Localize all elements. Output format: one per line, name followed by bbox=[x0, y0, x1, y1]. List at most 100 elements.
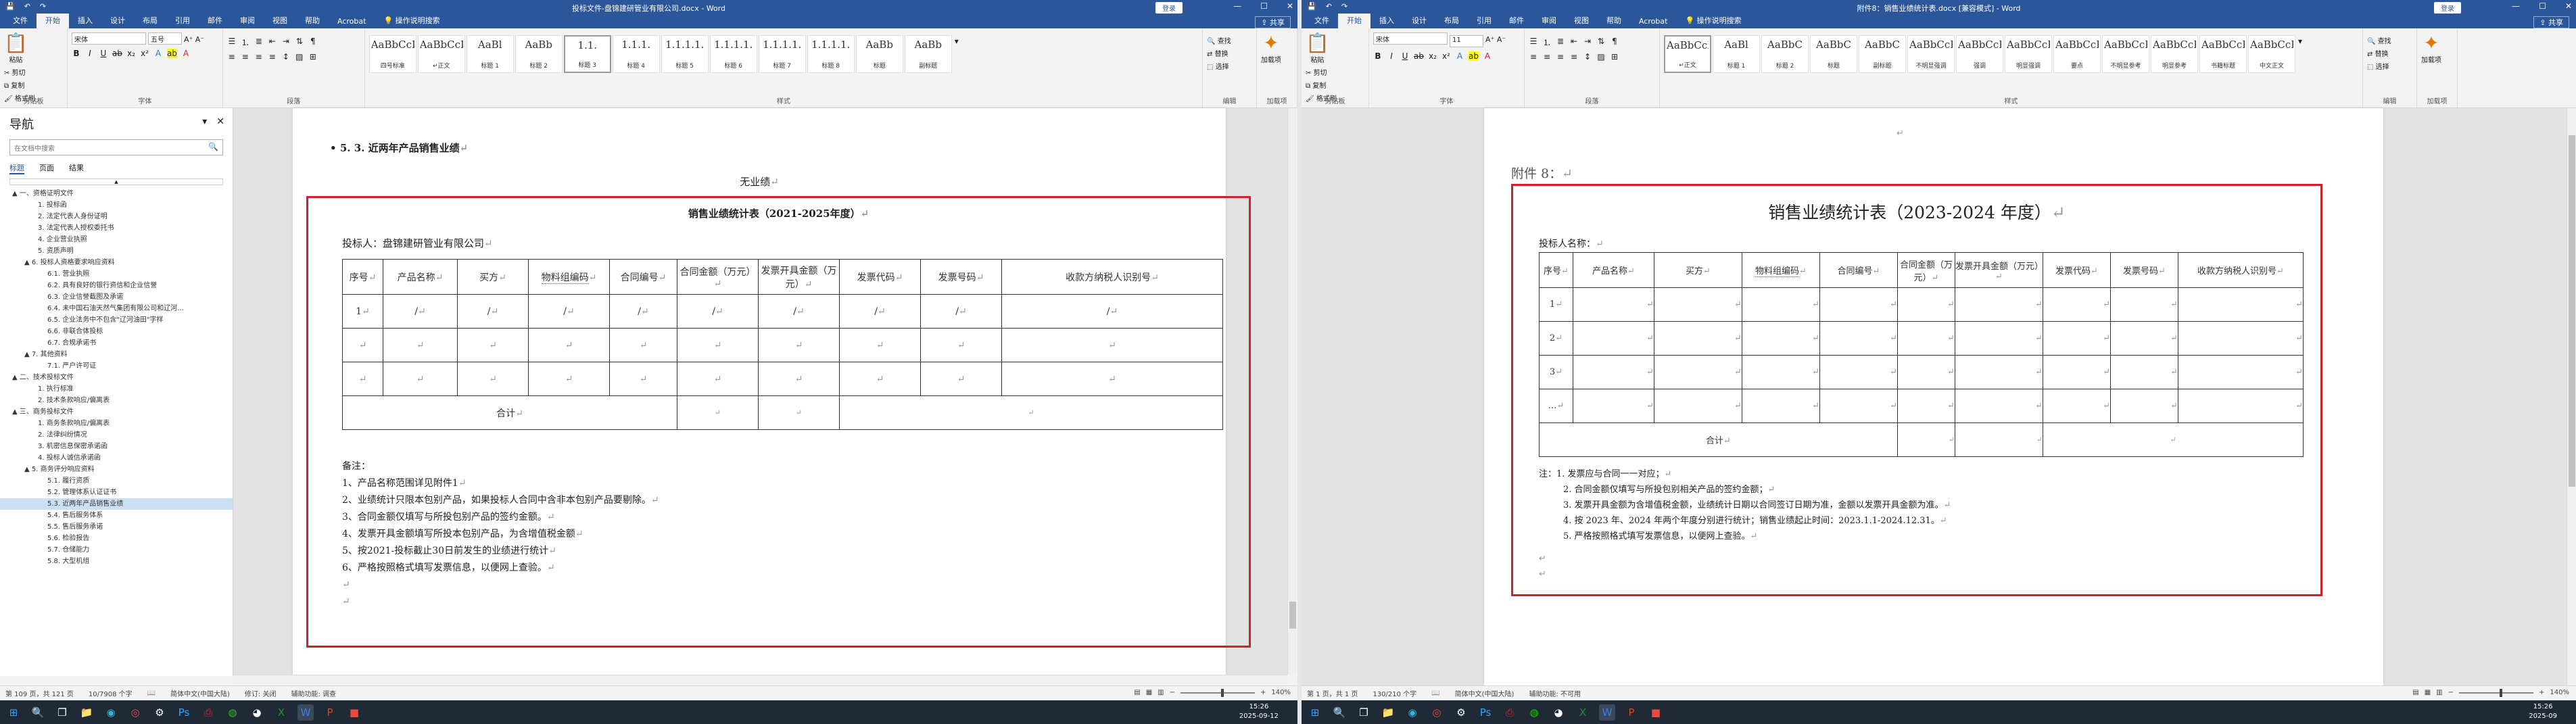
file-explorer-icon[interactable]: 📁 bbox=[1380, 704, 1396, 721]
zoom-in-icon[interactable]: + bbox=[1260, 689, 1266, 696]
table-cell[interactable]: ↵ bbox=[383, 362, 458, 396]
tab-insert[interactable]: 插入 bbox=[69, 14, 101, 28]
cut-button[interactable]: ✂ 剪切 bbox=[1306, 67, 1337, 77]
table-cell[interactable]: ↵ bbox=[839, 328, 921, 362]
wechat-icon[interactable]: ◍ bbox=[1526, 704, 1542, 721]
ppt-icon[interactable]: P bbox=[322, 704, 338, 721]
bold-icon[interactable]: B bbox=[72, 49, 81, 58]
zoom-level[interactable]: 140% bbox=[2550, 689, 2569, 696]
justify-icon[interactable]: ≡ bbox=[268, 52, 277, 62]
style-7[interactable]: 1.1.1.1. 标题 6 bbox=[709, 35, 757, 73]
tab-help[interactable]: 帮助 bbox=[1598, 14, 1630, 28]
table-cell[interactable]: ↵ bbox=[342, 362, 383, 396]
superscript-icon[interactable]: x² bbox=[1441, 51, 1451, 61]
zoom-slider[interactable] bbox=[2459, 688, 2534, 697]
shading-icon[interactable]: ▨ bbox=[1596, 52, 1606, 62]
tab-review[interactable]: 审阅 bbox=[1533, 14, 1565, 28]
table-cell[interactable]: /↵ bbox=[677, 294, 759, 329]
web-layout-icon[interactable]: ▥ bbox=[2436, 689, 2442, 696]
nav-options-icon[interactable]: ▾ bbox=[202, 116, 207, 127]
nav-heading-item[interactable]: ▲ 7. 其他资料 bbox=[0, 349, 233, 360]
table-cell[interactable]: ↵ bbox=[1654, 287, 1742, 322]
tab-references[interactable]: 引用 bbox=[1468, 14, 1500, 28]
table-cell[interactable]: ↵ bbox=[1654, 321, 1742, 356]
nav-heading-item[interactable]: 6.3. 企业信誉截图及承诺 bbox=[0, 291, 233, 303]
nav-heading-item[interactable]: 6.2. 具有良好的银行资信和企业信誉 bbox=[0, 280, 233, 291]
table-cell[interactable]: ↵ bbox=[758, 362, 840, 396]
style-11[interactable]: AaBbCcDdt 书籍标题 bbox=[2199, 35, 2247, 73]
increase-indent-icon[interactable]: ⇥ bbox=[281, 37, 291, 48]
share-button[interactable]: ⇪ 共享 bbox=[1255, 16, 1291, 28]
table-cell[interactable]: /↵ bbox=[457, 294, 529, 329]
table-cell[interactable]: ↵ bbox=[2043, 355, 2111, 389]
nav-heading-item[interactable]: 5.1. 履行资质 bbox=[0, 475, 233, 487]
table-cell[interactable]: /↵ bbox=[839, 294, 921, 329]
browser-icon[interactable]: ◎ bbox=[127, 704, 143, 721]
pdf-icon[interactable]: ⎙ bbox=[200, 704, 216, 721]
tab-insert[interactable]: 插入 bbox=[1370, 14, 1403, 28]
nav-heading-item[interactable]: 1. 商务条款响应/偏离表 bbox=[0, 418, 233, 429]
login-button[interactable]: 登录 bbox=[2434, 2, 2461, 14]
nav-heading-item[interactable]: 6.6. 非联合体投标 bbox=[0, 326, 233, 337]
table-cell[interactable]: ↵ bbox=[609, 362, 677, 396]
grow-font-icon[interactable]: A⁺ bbox=[1485, 35, 1494, 44]
search-icon[interactable]: 🔍 bbox=[30, 704, 46, 721]
table-cell[interactable]: ↵ bbox=[1819, 355, 1898, 389]
font-color-icon[interactable]: A bbox=[181, 49, 191, 58]
borders-icon[interactable]: ⊞ bbox=[308, 52, 318, 62]
borders-icon[interactable]: ⊞ bbox=[1610, 52, 1619, 62]
tab-help[interactable]: 帮助 bbox=[296, 14, 329, 28]
word-count[interactable]: 10/7908 个字 bbox=[89, 688, 133, 698]
tell-me-search[interactable]: 💡 操作说明搜索 bbox=[1676, 14, 1750, 28]
table-cell[interactable]: ↵ bbox=[1654, 389, 1742, 423]
collapse-all-icon[interactable]: ▲ bbox=[9, 178, 223, 185]
tab-design[interactable]: 设计 bbox=[101, 14, 134, 28]
underline-icon[interactable]: U bbox=[99, 49, 108, 58]
share-button[interactable]: ⇪ 共享 bbox=[2533, 16, 2569, 28]
language-indicator[interactable]: 简体中文(中国大陆) bbox=[1455, 688, 1514, 698]
table-cell[interactable]: ↵ bbox=[1897, 321, 1955, 356]
table-cell[interactable]: ↵ bbox=[677, 328, 759, 362]
table-cell[interactable]: /↵ bbox=[609, 294, 677, 329]
table-cell[interactable]: ↵ bbox=[920, 328, 1002, 362]
nav-heading-item[interactable]: 5.6. 检验报告 bbox=[0, 533, 233, 544]
multilevel-icon[interactable]: ≣ bbox=[254, 37, 264, 48]
table-cell[interactable]: ↵ bbox=[528, 328, 610, 362]
page-count[interactable]: 第 1 页，共 1 页 bbox=[1307, 688, 1358, 698]
table-cell[interactable]: ↵ bbox=[2110, 287, 2178, 322]
table-cell[interactable]: 3↵ bbox=[1539, 355, 1573, 389]
language-indicator[interactable]: 简体中文(中国大陆) bbox=[170, 688, 230, 698]
grow-font-icon[interactable]: A⁺ bbox=[184, 35, 193, 44]
align-left-icon[interactable]: ≡ bbox=[1529, 52, 1538, 62]
qq-icon[interactable]: ◕ bbox=[1550, 704, 1567, 721]
styles-more-icon[interactable]: ▾ bbox=[2297, 35, 2304, 73]
nav-heading-item[interactable]: 5.7. 仓储能力 bbox=[0, 544, 233, 556]
scroll-thumb[interactable] bbox=[2569, 135, 2575, 487]
pdf-icon[interactable]: ⎙ bbox=[1502, 704, 1518, 721]
table-cell[interactable]: ↵ bbox=[383, 328, 458, 362]
tab-acrobat[interactable]: Acrobat bbox=[329, 16, 375, 28]
align-left-icon[interactable]: ≡ bbox=[227, 52, 237, 62]
print-layout-icon[interactable]: ▦ bbox=[2425, 689, 2431, 696]
excel-icon[interactable]: X bbox=[1575, 704, 1591, 721]
table-cell[interactable]: ↵ bbox=[1573, 321, 1654, 356]
addins-button[interactable]: ✦ 加载项 bbox=[1261, 32, 1281, 65]
table-cell[interactable]: ↵ bbox=[457, 328, 529, 362]
settings-icon[interactable]: ⚙ bbox=[151, 704, 168, 721]
edge-icon[interactable]: ◉ bbox=[1404, 704, 1421, 721]
print-layout-icon[interactable]: ▦ bbox=[1146, 689, 1152, 696]
table-cell[interactable]: ↵ bbox=[1573, 389, 1654, 423]
tab-mailings[interactable]: 邮件 bbox=[1500, 14, 1533, 28]
table-cell[interactable]: ↵ bbox=[342, 328, 383, 362]
style-7[interactable]: AaBbCcDdt 明显强调 bbox=[2005, 35, 2052, 73]
multilevel-icon[interactable]: ≣ bbox=[1556, 37, 1565, 48]
vertical-scrollbar[interactable] bbox=[1287, 108, 1297, 675]
style-12[interactable]: AaBbCcDd 中文正文 bbox=[2248, 35, 2295, 73]
table-cell[interactable]: ↵ bbox=[1955, 389, 2043, 423]
style-6[interactable]: AaBbCcDdt 强调 bbox=[1956, 35, 2003, 73]
font-size-select[interactable]: 五号 bbox=[147, 32, 182, 45]
style-8[interactable]: AaBbCcDdt 要点 bbox=[2053, 35, 2101, 73]
wechat-icon[interactable]: ◍ bbox=[224, 704, 241, 721]
photoshop-icon[interactable]: Ps bbox=[1477, 704, 1494, 721]
table-cell[interactable]: ↵ bbox=[1742, 389, 1820, 423]
